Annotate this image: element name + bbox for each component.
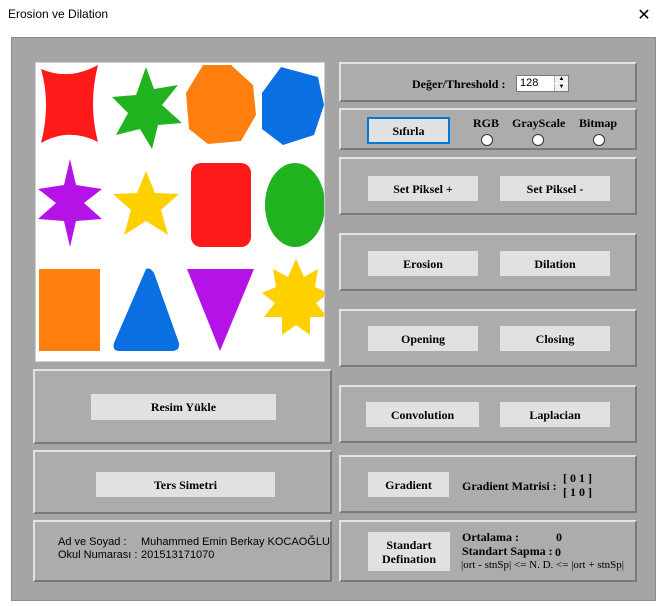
load-image-button[interactable]: Resim Yükle — [90, 393, 277, 421]
number-label: Okul Numarası : — [58, 549, 138, 561]
red-shape — [41, 65, 98, 143]
opening-button[interactable]: Opening — [367, 325, 479, 352]
red-rounded-rect — [191, 163, 251, 247]
grayscale-radio[interactable] — [532, 134, 544, 146]
mean-label: Ortalama : — [462, 530, 519, 544]
standard-deviation-button[interactable]: Standart Defination — [367, 531, 451, 572]
green-star — [112, 67, 182, 149]
standard-deviation-button-line-2: Defination — [382, 551, 436, 566]
orange-octagon — [186, 65, 256, 144]
std-value: 0 — [555, 545, 561, 559]
gradient-matrix-row-2: [ 1 0 ] — [563, 485, 592, 499]
name-value: Muhammed Emin Berkay KOCAOĞLU — [141, 536, 330, 548]
closing-button[interactable]: Closing — [499, 325, 611, 352]
set-pixel-minus-button[interactable]: Set Piksel - — [499, 175, 611, 202]
blue-triangle — [113, 268, 180, 351]
chevron-up-icon[interactable]: ▲ — [554, 76, 568, 83]
name-label: Ad ve Soyad : — [58, 536, 127, 548]
window-title: Erosion ve Dilation — [8, 7, 109, 21]
laplacian-button[interactable]: Laplacian — [499, 401, 611, 428]
shapes-image — [38, 65, 329, 351]
threshold-value: 128 — [520, 77, 539, 89]
gradient-button[interactable]: Gradient — [367, 471, 450, 498]
number-value: 201513171070 — [141, 549, 215, 561]
gradient-matrix-row-1: [ 0 1 ] — [563, 471, 592, 485]
chevron-down-icon[interactable]: ▼ — [554, 84, 568, 91]
grayscale-label: GrayScale — [512, 116, 566, 130]
bitmap-radio[interactable] — [593, 134, 605, 146]
dilation-button[interactable]: Dilation — [499, 250, 611, 277]
yellow-star — [113, 171, 179, 235]
std-label: Standart Sapma : — [462, 544, 553, 558]
image-canvas — [35, 62, 329, 362]
standard-deviation-button-line-1: Standart — [386, 537, 432, 552]
purple-triangle — [187, 269, 254, 351]
set-pixel-plus-button[interactable]: Set Piksel + — [367, 175, 479, 202]
close-icon[interactable]: ✕ — [621, 0, 667, 30]
threshold-stepper[interactable]: 128 ▲ ▼ — [516, 75, 569, 92]
range-formula: |ort - stnSp| <= N. D. <= |ort + stnSp| — [461, 559, 624, 571]
reset-button[interactable]: Sıfırla — [367, 117, 450, 144]
erosion-button[interactable]: Erosion — [367, 250, 479, 277]
orange-rect — [39, 269, 100, 351]
bitmap-label: Bitmap — [579, 116, 618, 130]
rgb-label: RGB — [473, 116, 500, 130]
yellow-sunburst — [262, 259, 329, 335]
rgb-radio[interactable] — [481, 134, 493, 146]
gradient-matrix-label: Gradient Matrisi : — [462, 479, 557, 493]
purple-star — [38, 159, 102, 247]
convolution-button[interactable]: Convolution — [365, 401, 480, 428]
mean-value: 0 — [556, 530, 562, 544]
blue-heptagon — [262, 67, 324, 145]
title-bar: Erosion ve Dilation ✕ — [0, 0, 667, 30]
threshold-label: Değer/Threshold : — [412, 77, 506, 91]
mirror-button[interactable]: Ters Simetri — [95, 471, 276, 498]
green-ellipse — [265, 163, 325, 247]
